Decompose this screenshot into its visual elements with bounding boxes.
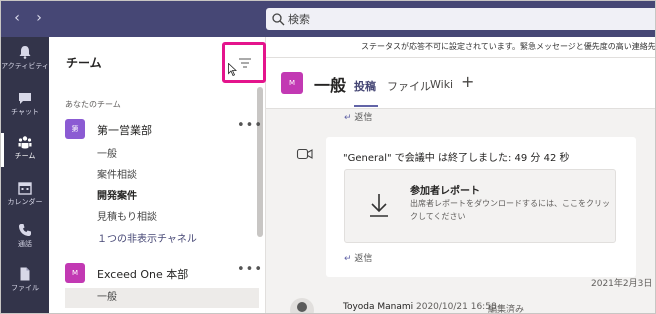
reply-label: 返信	[354, 254, 373, 264]
file-icon	[20, 267, 30, 281]
tab-posts[interactable]: 投稿	[354, 78, 376, 94]
avatar[interactable]	[290, 298, 314, 313]
phone-icon	[19, 224, 31, 236]
channel-item[interactable]: 開発案件	[97, 187, 257, 207]
reply-icon: ↵	[344, 254, 352, 264]
channel-item[interactable]: 案件相談	[97, 166, 257, 186]
rail-item-chat[interactable]: チャット	[1, 87, 49, 129]
search-icon	[272, 13, 285, 26]
rail-label: アクティビティ	[1, 62, 49, 70]
download-icon	[370, 194, 388, 217]
bell-icon	[19, 46, 31, 59]
rail-item-activity[interactable]: アクティビティ	[1, 41, 49, 83]
app-bar: アクティビティ チャット チーム カレンダー 通話 ファイル	[1, 37, 49, 313]
rail-item-files[interactable]: ファイル	[1, 263, 49, 305]
message-timestamp: 2020/10/21 16:58	[416, 302, 497, 312]
rail-item-teams[interactable]: チーム	[1, 131, 49, 173]
channel-header: M 一般 投稿 ファイル Wiki +	[266, 58, 655, 109]
channel-main: ステータスが応答不可に設定されています。緊急メッセージと優先度の高い連絡先か M…	[266, 37, 656, 314]
banner-text: ステータスが応答不可に設定されています。緊急メッセージと優先度の高い連絡先か	[361, 42, 656, 51]
team-name: 第一営業部	[97, 124, 152, 137]
date-separator: 2021年2月3日	[591, 279, 653, 289]
teams-window: ‹ › 検索 アクティビティ チャット チーム カレンダー 通話 ファイル チー…	[0, 0, 656, 314]
mouse-cursor-icon	[228, 63, 237, 76]
panel-scrollbar[interactable]	[257, 87, 263, 237]
rail-item-calendar[interactable]: カレンダー	[1, 177, 49, 219]
tab-files[interactable]: ファイル	[387, 78, 431, 94]
channel-title: 一般	[314, 76, 347, 95]
filter-icon	[239, 58, 251, 68]
teams-icon	[18, 136, 32, 149]
rail-label: 通話	[18, 240, 32, 248]
calendar-icon	[18, 182, 32, 195]
chat-icon	[19, 93, 31, 104]
team-avatar: 第	[65, 119, 85, 139]
reply-button-top[interactable]: ↵ 返信	[344, 110, 372, 123]
rail-item-calls[interactable]: 通話	[1, 219, 49, 261]
section-label: あなたのチーム	[65, 100, 121, 109]
more-options-button[interactable]: •••	[237, 118, 263, 133]
status-banner: ステータスが応答不可に設定されています。緊急メッセージと優先度の高い連絡先か	[266, 37, 656, 58]
hidden-channels-link[interactable]: １つの非表示チャネル	[97, 230, 257, 250]
channel-avatar: M	[281, 72, 303, 94]
rail-label: チーム	[14, 152, 36, 160]
meeting-ended-icon	[296, 148, 313, 160]
team-row-sales[interactable]: 第 第一営業部 •••	[49, 115, 262, 143]
more-options-button[interactable]: •••	[237, 262, 263, 277]
attendance-report-card[interactable]: 参加者レポート 出席者レポートをダウンロードするには、ここをクリックしてください	[344, 169, 616, 243]
channel-item[interactable]: 見積もり相談	[97, 208, 257, 228]
team-row-exceed[interactable]: M Exceed One 本部 •••	[49, 259, 262, 287]
search-placeholder: 検索	[288, 13, 310, 26]
back-arrow-icon[interactable]: ‹	[9, 9, 25, 27]
forward-arrow-icon[interactable]: ›	[31, 9, 47, 27]
tab-wiki[interactable]: Wiki	[430, 78, 453, 91]
panel-title: チーム	[66, 56, 102, 70]
reply-icon: ↵	[344, 113, 352, 123]
add-tab-button[interactable]: +	[461, 72, 474, 91]
channel-item[interactable]: 一般	[97, 145, 257, 165]
rail-label: チャット	[11, 108, 39, 116]
title-bar: ‹ › 検索	[1, 1, 655, 37]
person-icon	[297, 302, 307, 312]
teams-panel: チーム あなたのチーム 第 第一営業部 ••• 一般 案件相談 開発案件 見積も…	[49, 37, 266, 313]
search-input[interactable]: 検索	[266, 8, 655, 30]
reply-label: 返信	[354, 113, 373, 123]
edited-label: 編集済み	[488, 305, 525, 314]
channel-item-selected[interactable]: 一般	[65, 288, 259, 308]
meeting-ended-text: "General" で会議中 は終了しました: 49 分 42 秒	[343, 153, 570, 164]
team-avatar: M	[65, 263, 85, 283]
rail-label: カレンダー	[7, 198, 43, 206]
active-tab-indicator	[354, 105, 378, 107]
reply-button[interactable]: ↵ 返信	[344, 251, 372, 264]
attendance-desc: 出席者レポートをダウンロードするには、ここをクリックしてください	[410, 199, 610, 221]
attendance-title: 参加者レポート	[410, 186, 480, 197]
message-author: Toyoda Manami	[343, 302, 414, 312]
team-name: Exceed One 本部	[97, 268, 189, 281]
rail-label: ファイル	[11, 284, 39, 292]
